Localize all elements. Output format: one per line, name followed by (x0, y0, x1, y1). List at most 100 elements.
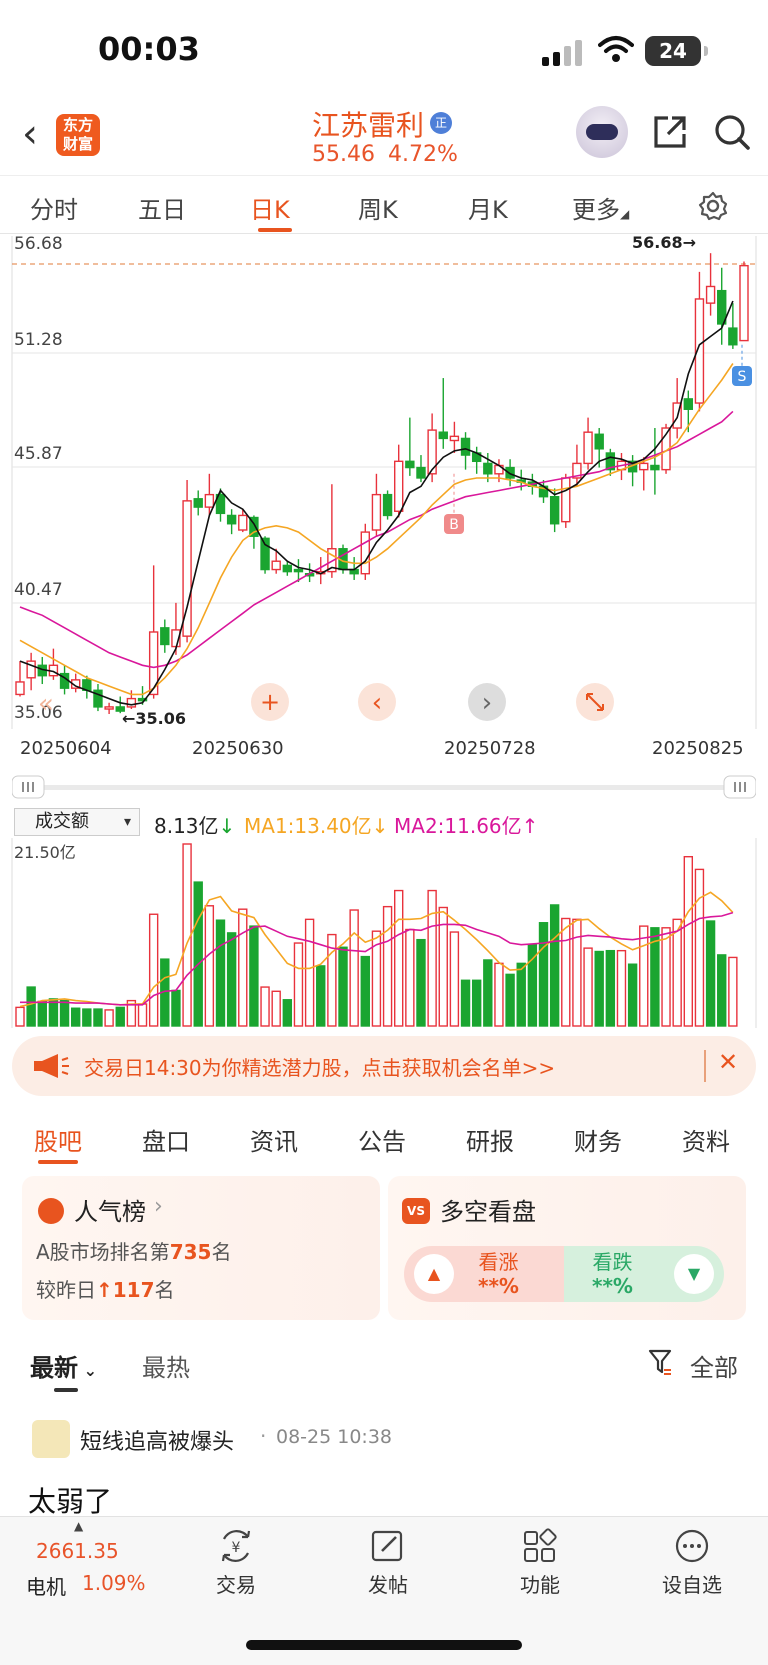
tab-hottest[interactable]: 最热 (142, 1348, 190, 1383)
sell-marker[interactable]: S (732, 366, 752, 386)
tab-latest[interactable]: 最新 ⌄ (30, 1348, 97, 1383)
search-icon[interactable] (712, 112, 752, 152)
nav-label: 功能 (520, 1573, 560, 1597)
candle-body (449, 435, 460, 442)
candle-body (549, 496, 560, 525)
prev-label: ‹ (372, 688, 382, 718)
tab-announcements[interactable]: 公告 (358, 1122, 406, 1157)
more-dots-icon (675, 1529, 709, 1563)
tab-monthly-k[interactable]: 月K (468, 190, 508, 225)
candle-body (15, 681, 25, 696)
volume-bar (82, 1008, 92, 1027)
volume-bar (316, 965, 326, 1027)
candle-body (394, 460, 404, 512)
candle-body (705, 285, 716, 304)
nav-label: 设自选 (662, 1573, 722, 1597)
popularity-card[interactable]: 人气榜 › A股市场排名第735名 较昨日↑117名 (22, 1176, 380, 1320)
user-avatar[interactable] (32, 1420, 70, 1458)
stock-change-pct: 4.72% (388, 142, 458, 167)
popularity-title: 人气榜 (74, 1198, 146, 1226)
tab-research[interactable]: 研报 (466, 1122, 514, 1157)
buy-marker[interactable]: B (444, 514, 464, 534)
candle-body (505, 466, 515, 479)
candle-body (126, 697, 137, 708)
volume-bar (471, 979, 482, 1027)
robot-avatar[interactable] (576, 106, 628, 158)
gear-icon[interactable] (697, 190, 729, 222)
volume-bar (93, 1008, 103, 1027)
tab-finance[interactable]: 财务 (574, 1122, 622, 1157)
volume-bar (605, 949, 616, 1027)
next-label: › (482, 688, 492, 718)
nav-trade[interactable]: ¥ 交易 (196, 1527, 276, 1598)
forum-post[interactable]: 短线追高被爆头 · 08-25 10:38 太弱了 (0, 1420, 768, 1520)
volume-bar (104, 1009, 114, 1027)
nav-post[interactable]: 发帖 (348, 1527, 428, 1598)
candle-body (583, 431, 593, 465)
volume-bar (260, 986, 270, 1027)
volume-bar (182, 843, 192, 1027)
volume-bar (427, 889, 437, 1027)
cellular-signal-icon (542, 40, 582, 66)
tab-quotes[interactable]: 盘口 (142, 1122, 190, 1157)
volume-bar (394, 889, 404, 1027)
nav-label: 交易 (216, 1573, 256, 1597)
candle-body (371, 493, 382, 531)
candle-body (728, 327, 738, 346)
tab-more[interactable]: 更多◢ (572, 190, 629, 225)
promo-banner[interactable]: 交易日14:30为你精选潜力股，点击获取机会名单>> ✕ (12, 1036, 756, 1096)
tab-profile[interactable]: 资料 (682, 1122, 730, 1157)
volume-bar (226, 932, 237, 1027)
zoom-in-label: + (260, 688, 280, 716)
volume-bar (382, 905, 393, 1027)
price-axis-label: 40.47 (14, 580, 63, 600)
share-icon[interactable] (650, 112, 690, 152)
tab-daily-k[interactable]: 日K (250, 190, 290, 225)
tab-weekly-k[interactable]: 周K (358, 190, 398, 225)
arrow-up-icon: ▲ (414, 1254, 454, 1294)
volume-bar (293, 942, 304, 1027)
range-scroller[interactable] (12, 774, 756, 800)
candle-body (104, 706, 114, 710)
scroll-left-icon[interactable]: « (38, 689, 54, 719)
volume-bar (561, 917, 571, 1027)
volume-bar (204, 905, 215, 1027)
banner-divider (704, 1050, 706, 1082)
bearish-vote-button[interactable]: 看跌 **% ▼ (564, 1246, 724, 1302)
post-time: 08-25 10:38 (276, 1426, 393, 1448)
long-short-title: 多空看盘 (440, 1198, 536, 1226)
volume-bar (583, 947, 593, 1027)
volume-bar (70, 1007, 81, 1027)
svg-text:S: S (738, 369, 747, 385)
volume-bar (360, 955, 370, 1027)
candlestick-chart[interactable]: 56.68 51.28 45.87 40.47 35.06 56.68→ ←35… (0, 234, 768, 729)
filter-icon[interactable] (648, 1348, 672, 1376)
volume-bar (26, 986, 36, 1027)
sector-index-value[interactable]: 2661.35 (36, 1539, 119, 1563)
bullish-vote-button[interactable]: ▲ 看涨 **% (404, 1246, 572, 1302)
filter-all[interactable]: 全部 (690, 1348, 738, 1383)
tab-five-day[interactable]: 五日 (138, 190, 186, 225)
nav-add-watchlist[interactable]: 设自选 (652, 1527, 732, 1598)
chart-icon (38, 1198, 64, 1224)
tab-news[interactable]: 资讯 (250, 1122, 298, 1157)
candle-body (739, 264, 749, 342)
nav-functions[interactable]: 功能 (500, 1527, 580, 1598)
volume-bar (416, 938, 426, 1027)
indicator-select[interactable]: 成交额 (14, 808, 140, 836)
separator-dot: · (260, 1424, 267, 1448)
tab-intraday[interactable]: 分时 (30, 190, 78, 225)
tab-forum[interactable]: 股吧 (34, 1122, 82, 1157)
volume-bar (460, 979, 471, 1027)
stock-header: ‹ 东方 财富 江苏雷利 正 55.46 4.72% (0, 100, 768, 176)
expand-arrow-icon[interactable]: ▲ (74, 1519, 83, 1533)
date-axis: 20250604 20250630 20250728 20250825 (0, 738, 768, 764)
close-icon[interactable]: ✕ (718, 1048, 738, 1076)
high-price-annotation: 56.68→ (632, 234, 696, 252)
volume-bar (449, 931, 460, 1027)
candle-body (639, 462, 649, 471)
trade-icon: ¥ (221, 1530, 251, 1562)
back-icon[interactable]: ‹ (22, 114, 38, 154)
volume-bar (15, 1006, 25, 1027)
post-author[interactable]: 短线追高被爆头 (80, 1424, 234, 1456)
